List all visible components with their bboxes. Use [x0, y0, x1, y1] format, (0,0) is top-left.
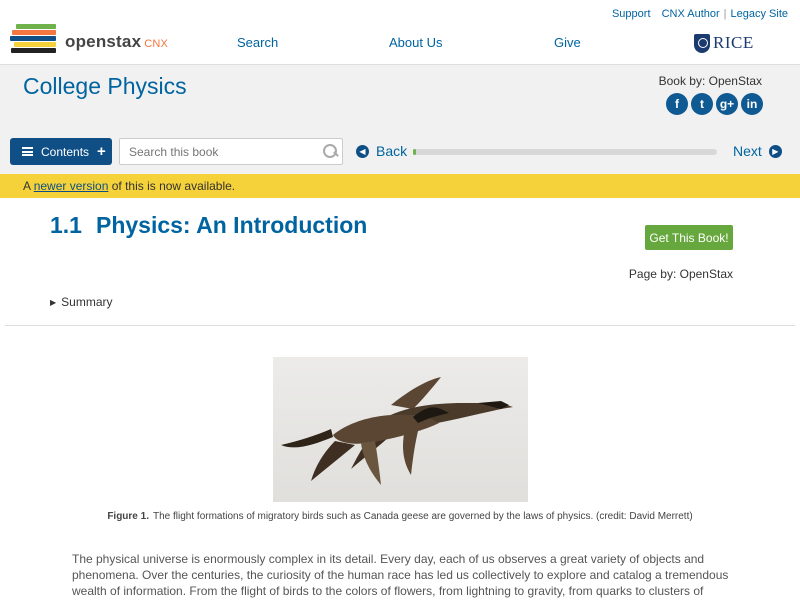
- book-title[interactable]: College Physics: [23, 73, 187, 100]
- rice-shield-icon: [694, 33, 710, 53]
- chevron-right-icon: ▶: [768, 144, 782, 158]
- cnx-author-link[interactable]: CNX Author: [662, 8, 720, 20]
- page-title: 1.1 Physics: An Introduction: [50, 212, 367, 239]
- rice-wordmark: RICE: [713, 33, 754, 52]
- next-label: Next: [733, 143, 762, 159]
- utility-links: Support CNX Author | Legacy Site: [611, 8, 788, 20]
- nav-search[interactable]: Search: [237, 35, 278, 50]
- search-input[interactable]: [120, 139, 310, 164]
- progress-fill: [413, 149, 417, 155]
- social-share: f t g+ in: [666, 93, 763, 115]
- next-button[interactable]: Next ▶: [733, 143, 782, 159]
- twitter-icon[interactable]: t: [691, 93, 713, 115]
- openstax-cnx-logo[interactable]: openstax CNX: [10, 24, 170, 56]
- figure-label: Figure 1.: [107, 511, 149, 522]
- summary-label: Summary: [61, 295, 113, 309]
- search-icon[interactable]: [323, 144, 337, 158]
- summary-toggle[interactable]: ▶ Summary: [50, 295, 113, 309]
- nav-give[interactable]: Give: [554, 35, 581, 50]
- google-plus-icon[interactable]: g+: [716, 93, 738, 115]
- legacy-site-link[interactable]: Legacy Site: [731, 8, 788, 20]
- book-header: College Physics Book by: OpenStax f t g+…: [0, 64, 800, 174]
- site-header: openstax CNX Support CNX Author | Legacy Si…: [0, 0, 800, 64]
- nav-about-us[interactable]: About Us: [389, 35, 442, 50]
- logo-wordmark: openstax CNX: [65, 32, 169, 51]
- newer-version-notice: A newer version of this is now available…: [0, 174, 800, 198]
- books-logo-icon: [10, 24, 58, 54]
- plus-icon: +: [97, 143, 106, 160]
- page-by: Page by: OpenStax: [628, 267, 733, 281]
- figure-caption: Figure 1. The flight formations of migrat…: [0, 511, 800, 522]
- facebook-icon[interactable]: f: [666, 93, 688, 115]
- reading-progress-bar: [413, 149, 717, 155]
- canada-geese-photo: [273, 357, 528, 502]
- back-label: Back: [376, 143, 408, 159]
- book-by: Book by: OpenStax: [658, 74, 762, 88]
- caret-right-icon: ▶: [50, 297, 57, 307]
- section-title: Physics: An Introduction: [95, 212, 368, 238]
- figure-caption-text: The flight formations of migratory birds…: [153, 511, 693, 522]
- body-paragraph: The physical universe is enormously comp…: [72, 552, 729, 598]
- search-box: [119, 138, 343, 165]
- section-number: 1.1: [50, 212, 82, 238]
- back-button[interactable]: ◀ Back: [356, 143, 407, 159]
- chevron-left-icon: ◀: [356, 144, 369, 158]
- contents-label: Contents: [41, 144, 90, 159]
- newer-version-link[interactable]: newer version: [34, 179, 109, 193]
- get-this-book-button[interactable]: Get This Book!: [645, 225, 733, 250]
- linkedin-icon[interactable]: in: [741, 93, 763, 115]
- divider: [5, 325, 795, 326]
- contents-button[interactable]: Contents +: [10, 138, 112, 165]
- rice-logo[interactable]: RICE: [694, 32, 754, 54]
- list-icon: [22, 147, 33, 156]
- support-link[interactable]: Support: [612, 8, 651, 20]
